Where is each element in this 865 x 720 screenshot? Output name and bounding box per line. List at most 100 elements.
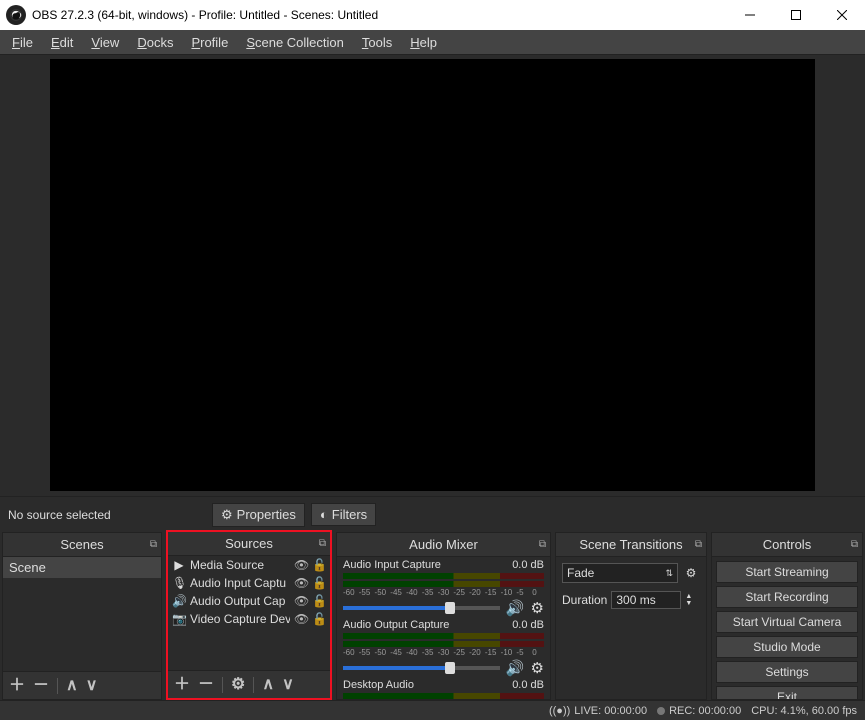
menu-help[interactable]: Help xyxy=(402,33,445,52)
audio-meter xyxy=(343,641,544,647)
menu-edit[interactable]: Edit xyxy=(43,33,81,52)
start-virtual-camera-button[interactable]: Start Virtual Camera xyxy=(716,611,858,633)
duration-label: Duration xyxy=(562,593,607,607)
live-time: LIVE: 00:00:00 xyxy=(574,705,647,717)
source-properties-button[interactable]: ⚙ xyxy=(231,677,245,693)
properties-button[interactable]: ⚙ Properties xyxy=(212,503,305,527)
lock-toggle[interactable]: 🔓 xyxy=(312,612,326,626)
settings-button[interactable]: Settings xyxy=(716,661,858,683)
controls-body: Start Streaming Start Recording Start Vi… xyxy=(712,557,862,699)
lock-toggle[interactable]: 🔓 xyxy=(312,594,326,608)
visibility-toggle[interactable]: 👁 xyxy=(294,576,308,590)
separator xyxy=(57,678,58,694)
move-source-up-button[interactable]: ∧ xyxy=(262,677,274,693)
sources-header: Sources ⧉ xyxy=(168,532,330,556)
menu-docks[interactable]: Docks xyxy=(129,33,181,52)
mixer-channel-input: Audio Input Capture 0.0 dB -60-55-50-45-… xyxy=(343,559,544,617)
visibility-toggle[interactable]: 👁 xyxy=(294,612,308,626)
channel-db: 0.0 dB xyxy=(512,559,544,571)
scenes-list[interactable]: Scene xyxy=(3,557,161,671)
volume-slider[interactable] xyxy=(343,666,500,670)
source-label: Audio Output Cap xyxy=(190,594,290,608)
channel-settings-button[interactable]: ⚙ xyxy=(531,599,544,617)
visibility-toggle[interactable]: 👁 xyxy=(294,558,308,572)
gear-icon: ⚙ xyxy=(221,507,233,523)
transition-settings-button[interactable]: ⚙ xyxy=(682,564,700,582)
live-status: ((●)) LIVE: 00:00:00 xyxy=(549,705,647,717)
channel-name: Audio Input Capture xyxy=(343,559,441,571)
lock-toggle[interactable]: 🔓 xyxy=(312,576,326,590)
maximize-button[interactable] xyxy=(773,0,819,30)
audio-meter xyxy=(343,573,544,579)
move-scene-up-button[interactable]: ∧ xyxy=(66,678,78,694)
start-recording-button[interactable]: Start Recording xyxy=(716,586,858,608)
audio-meter xyxy=(343,693,544,699)
sources-list[interactable]: ▶ Media Source 👁 🔓 🎙 Audio Input Captu 👁… xyxy=(168,556,330,670)
transitions-header: Scene Transitions ⧉ xyxy=(556,533,706,557)
broadcast-icon: ((●)) xyxy=(549,705,570,717)
menu-profile[interactable]: Profile xyxy=(183,33,236,52)
popout-icon[interactable]: ⧉ xyxy=(539,539,546,550)
visibility-toggle[interactable]: 👁 xyxy=(294,594,308,608)
menu-view[interactable]: View xyxy=(83,33,127,52)
source-label: Audio Input Captu xyxy=(190,576,290,590)
studio-mode-button[interactable]: Studio Mode xyxy=(716,636,858,658)
audio-mixer-dock: Audio Mixer ⧉ Audio Input Capture 0.0 dB… xyxy=(336,532,551,700)
menu-file[interactable]: File xyxy=(4,33,41,52)
statusbar: ((●)) LIVE: 00:00:00 REC: 00:00:00 CPU: … xyxy=(0,700,865,720)
filters-icon: ◐ xyxy=(320,507,328,522)
scenes-header: Scenes ⧉ xyxy=(3,533,161,557)
volume-slider[interactable] xyxy=(343,606,500,610)
source-item-video-capture[interactable]: 📷 Video Capture Dev 👁 🔓 xyxy=(168,610,330,628)
popout-icon[interactable]: ⧉ xyxy=(851,539,858,550)
source-item-audio-output[interactable]: 🔊 Audio Output Cap 👁 🔓 xyxy=(168,592,330,610)
duration-spinner[interactable]: ▲▼ xyxy=(685,593,692,607)
play-icon: ▶ xyxy=(172,558,186,572)
channel-settings-button[interactable]: ⚙ xyxy=(531,659,544,677)
preview-canvas[interactable] xyxy=(50,59,815,491)
filters-label: Filters xyxy=(332,507,367,522)
titlebar: OBS 27.2.3 (64-bit, windows) - Profile: … xyxy=(0,0,865,30)
preview-area xyxy=(0,54,865,496)
source-item-audio-input[interactable]: 🎙 Audio Input Captu 👁 🔓 xyxy=(168,574,330,592)
scene-item[interactable]: Scene xyxy=(3,557,161,578)
mute-button[interactable]: 🔊 xyxy=(506,659,525,677)
separator xyxy=(222,677,223,693)
scenes-footer: ＋ － ∧ ∨ xyxy=(3,671,161,699)
popout-icon[interactable]: ⧉ xyxy=(319,538,326,549)
filters-button[interactable]: ◐ Filters xyxy=(311,503,376,526)
transition-select[interactable]: Fade ⇅ xyxy=(562,563,678,583)
exit-button[interactable]: Exit xyxy=(716,686,858,699)
mute-button[interactable]: 🔊 xyxy=(506,599,525,617)
close-button[interactable] xyxy=(819,0,865,30)
scenes-dock: Scenes ⧉ Scene ＋ － ∧ ∨ xyxy=(2,532,162,700)
menu-scene-collection[interactable]: Scene Collection xyxy=(238,33,352,52)
menu-tools[interactable]: Tools xyxy=(354,33,400,52)
start-streaming-button[interactable]: Start Streaming xyxy=(716,561,858,583)
remove-scene-button[interactable]: － xyxy=(33,678,49,694)
minimize-button[interactable] xyxy=(727,0,773,30)
source-label: Video Capture Dev xyxy=(190,612,290,626)
sources-dock: Sources ⧉ ▶ Media Source 👁 🔓 🎙 Audio Inp… xyxy=(166,530,332,700)
lock-toggle[interactable]: 🔓 xyxy=(312,558,326,572)
app-icon xyxy=(6,5,26,25)
source-item-media[interactable]: ▶ Media Source 👁 🔓 xyxy=(168,556,330,574)
add-scene-button[interactable]: ＋ xyxy=(9,678,25,694)
properties-label: Properties xyxy=(237,507,296,522)
transitions-title: Scene Transitions xyxy=(579,537,682,552)
remove-source-button[interactable]: － xyxy=(198,677,214,693)
mixer-header: Audio Mixer ⧉ xyxy=(337,533,550,557)
move-source-down-button[interactable]: ∨ xyxy=(282,677,294,693)
popout-icon[interactable]: ⧉ xyxy=(150,539,157,550)
add-source-button[interactable]: ＋ xyxy=(174,677,190,693)
chevron-up-down-icon: ⇅ xyxy=(665,568,673,579)
rec-status: REC: 00:00:00 xyxy=(657,705,741,717)
popout-icon[interactable]: ⧉ xyxy=(695,539,702,550)
channel-name: Desktop Audio xyxy=(343,679,414,691)
duration-input[interactable]: 300 ms xyxy=(611,591,681,609)
controls-title: Controls xyxy=(763,537,811,552)
meter-ticks: -60-55-50-45-40-35-30-25-20-15-10-50 xyxy=(343,588,544,597)
cpu-status: CPU: 4.1%, 60.00 fps xyxy=(751,705,857,717)
move-scene-down-button[interactable]: ∨ xyxy=(86,678,98,694)
audio-meter xyxy=(343,581,544,587)
